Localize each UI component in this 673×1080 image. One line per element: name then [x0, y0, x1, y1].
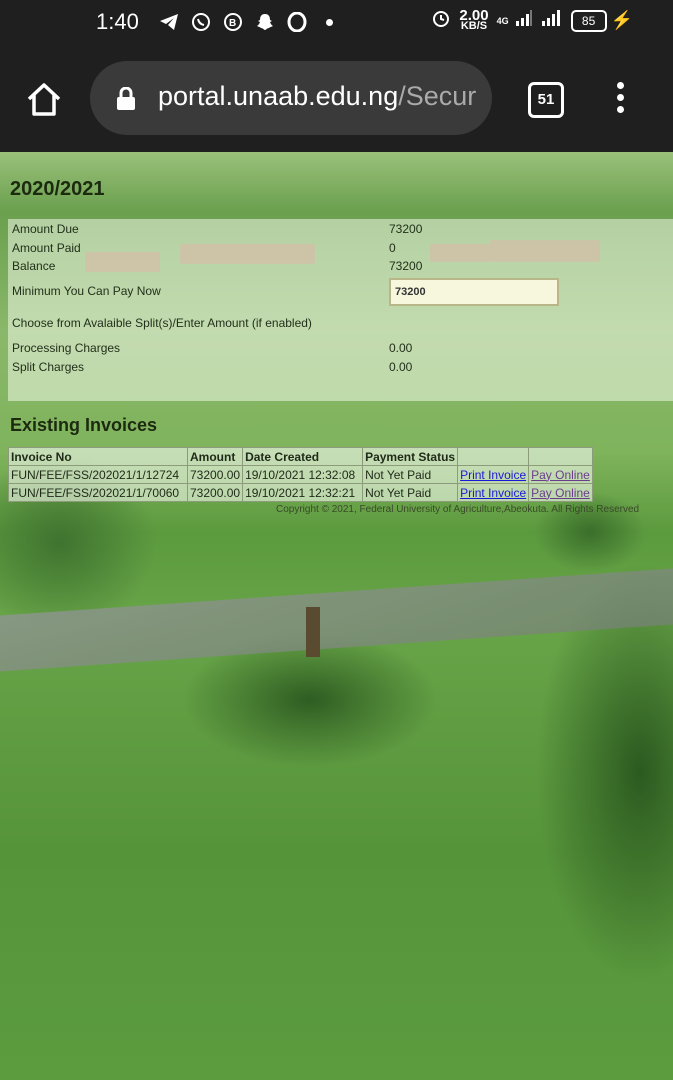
session-title: 2020/2021 — [10, 178, 105, 200]
background-road — [0, 568, 673, 672]
processing-charges-value: 0.00 — [389, 341, 413, 355]
browser-menu-button[interactable] — [614, 82, 626, 118]
header-invoice-no: Invoice No — [8, 447, 188, 466]
balance-label: Balance — [12, 259, 56, 273]
print-invoice-link[interactable]: Print Invoice — [460, 468, 526, 482]
header-print — [457, 447, 530, 466]
invoices-title: Existing Invoices — [10, 415, 158, 435]
processing-charges-label: Processing Charges — [12, 341, 121, 355]
web-page: 2020/2021 Amount Due 73200 Amount Paid 0… — [0, 152, 673, 1080]
amount-paid-label: Amount Paid — [12, 241, 81, 255]
invoice-date: 19/10/2021 12:32:21 — [242, 483, 364, 502]
amount-due-label: Amount Due — [12, 222, 79, 236]
snapchat-icon — [254, 11, 276, 33]
status-bar: 1:40 B 2.00 KB/S 4G 85 ⚡ — [0, 0, 673, 46]
invoices-table: Invoice No Amount Date Created Payment S… — [8, 447, 593, 502]
network-speed: 2.00 KB/S — [459, 6, 489, 32]
header-pay — [528, 447, 593, 466]
tab-switcher-button[interactable]: 51 — [528, 82, 564, 118]
network-type: 4G — [496, 15, 509, 26]
signal-icon-2 — [541, 9, 563, 32]
table-row: FUN/FEE/FSS/202021/1/70060 73200.00 19/1… — [8, 483, 593, 502]
telegram-icon — [158, 11, 180, 33]
split-charges-value: 0.00 — [389, 360, 413, 374]
balance-value: 73200 — [389, 259, 423, 273]
pay-online-link[interactable]: Pay Online — [531, 468, 590, 482]
signal-icon — [515, 9, 533, 32]
home-button[interactable] — [24, 80, 64, 120]
svg-text:B: B — [229, 18, 236, 29]
notification-icons: B — [158, 11, 333, 33]
system-icons: 2.00 KB/S 4G 85 ⚡ — [431, 8, 633, 33]
header-status: Payment Status — [362, 447, 459, 466]
amount-due-value: 73200 — [389, 222, 423, 236]
more-notifications-icon — [326, 18, 333, 26]
home-icon — [27, 83, 61, 116]
invoice-no: FUN/FEE/FSS/202021/1/70060 — [8, 483, 188, 502]
url-text: portal.unaab.edu.ng/Secur — [158, 81, 477, 111]
print-invoice-link[interactable]: Print Invoice — [460, 486, 526, 500]
lock-icon — [116, 86, 136, 116]
invoice-no: FUN/FEE/FSS/202021/1/12724 — [8, 465, 188, 484]
split-label: Choose from Avalaible Split(s)/Enter Amo… — [12, 316, 312, 330]
table-row: FUN/FEE/FSS/202021/1/12724 73200.00 19/1… — [8, 465, 593, 484]
min-pay-label: Minimum You Can Pay Now — [12, 284, 161, 298]
pay-online-link[interactable]: Pay Online — [531, 486, 590, 500]
opera-icon — [286, 11, 308, 33]
invoice-status: Not Yet Paid — [362, 465, 459, 484]
min-pay-input[interactable]: 73200 — [389, 278, 559, 306]
header-date: Date Created — [242, 447, 364, 466]
invoice-amount: 73200.00 — [186, 465, 244, 484]
browser-toolbar: portal.unaab.edu.ng/Secur 51 — [0, 46, 673, 152]
invoice-date: 19/10/2021 12:32:08 — [242, 465, 364, 484]
invoice-amount: 73200.00 — [186, 483, 244, 502]
whatsapp-icon — [190, 11, 212, 33]
header-amount: Amount — [186, 447, 244, 466]
amount-paid-value: 0 — [389, 241, 396, 255]
alarm-icon — [431, 8, 451, 33]
invoice-status: Not Yet Paid — [362, 483, 459, 502]
fee-summary: Amount Due 73200 Amount Paid 0 Balance 7… — [8, 219, 673, 401]
whatsapp-business-icon: B — [222, 11, 244, 33]
address-bar[interactable]: portal.unaab.edu.ng/Secur — [90, 61, 492, 135]
clock: 1:40 — [96, 9, 139, 34]
charging-icon: ⚡ — [610, 10, 633, 30]
copyright-text: Copyright © 2021, Federal University of … — [276, 504, 640, 515]
split-charges-label: Split Charges — [12, 360, 85, 374]
table-header-row: Invoice No Amount Date Created Payment S… — [8, 447, 593, 466]
background-tree-trunk — [306, 607, 320, 657]
battery-indicator: 85 — [570, 9, 607, 32]
